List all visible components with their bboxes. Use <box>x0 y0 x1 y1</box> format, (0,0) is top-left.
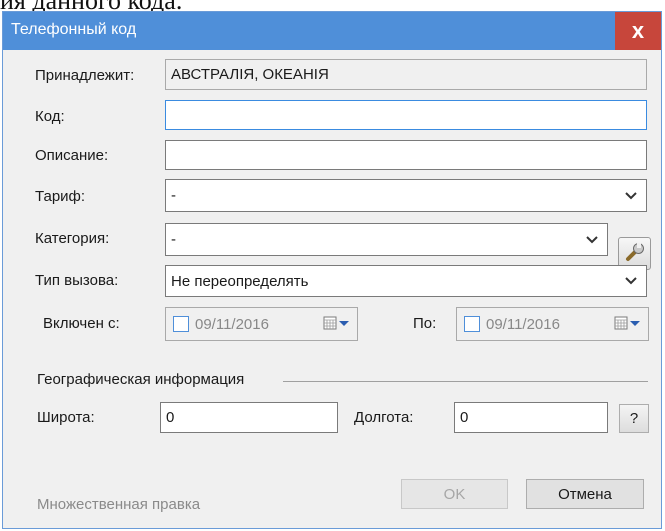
code-input[interactable] <box>165 100 647 130</box>
geo-group-label: Географическая информация <box>37 371 245 388</box>
enabled-from-checkbox[interactable] <box>173 316 189 332</box>
dialog-titlebar[interactable]: Телефонный код x <box>3 12 661 50</box>
chevron-down-icon <box>624 274 638 288</box>
enabled-from-label: Включен с: <box>43 315 120 332</box>
help-icon: ? <box>629 410 639 427</box>
category-select[interactable]: - <box>165 223 608 256</box>
chevron-down-icon <box>585 233 599 247</box>
owner-field: АВСТРАЛІЯ, ОКЕАНІЯ <box>165 59 647 90</box>
enabled-from-datepicker[interactable]: 09/11/2016 <box>165 307 358 341</box>
chevron-down-icon <box>624 189 638 203</box>
tariff-value: - <box>171 187 176 204</box>
dialog-title: Телефонный код <box>11 21 137 38</box>
phone-code-dialog: Телефонный код x Принадлежит: АВСТРАЛІЯ,… <box>2 11 662 529</box>
category-value: - <box>171 231 176 248</box>
calendar-icon[interactable] <box>323 316 349 330</box>
wrench-icon <box>624 241 646 267</box>
enabled-from-date: 09/11/2016 <box>195 315 269 333</box>
call-type-select[interactable]: Не переопределять <box>165 265 647 297</box>
ok-button[interactable]: OK <box>401 479 508 509</box>
to-label: По: <box>413 315 437 332</box>
description-input[interactable] <box>165 140 647 170</box>
cancel-button[interactable]: Отмена <box>526 479 644 509</box>
call-type-value: Не переопределять <box>171 272 309 290</box>
description-label: Описание: <box>35 147 109 164</box>
category-label: Категория: <box>35 230 110 247</box>
longitude-input[interactable]: 0 <box>454 402 608 433</box>
geo-help-button[interactable]: ? <box>619 404 649 433</box>
owner-value: АВСТРАЛІЯ, ОКЕАНІЯ <box>171 66 329 83</box>
code-label: Код: <box>35 108 65 125</box>
to-date: 09/11/2016 <box>486 315 560 333</box>
to-datepicker[interactable]: 09/11/2016 <box>456 307 649 341</box>
longitude-label: Долгота: <box>354 409 414 426</box>
calendar-icon[interactable] <box>614 316 640 330</box>
tariff-label: Тариф: <box>35 188 86 205</box>
latitude-input[interactable]: 0 <box>160 402 338 433</box>
multi-edit-label[interactable]: Множественная правка <box>37 496 200 513</box>
geo-group-divider <box>283 381 648 382</box>
to-checkbox[interactable] <box>464 316 480 332</box>
close-icon: x <box>631 18 645 43</box>
latitude-label: Широта: <box>37 409 95 426</box>
tariff-select[interactable]: - <box>165 179 647 212</box>
call-type-label: Тип вызова: <box>35 272 119 289</box>
owner-label: Принадлежит: <box>35 67 135 84</box>
close-button[interactable]: x <box>615 12 661 50</box>
